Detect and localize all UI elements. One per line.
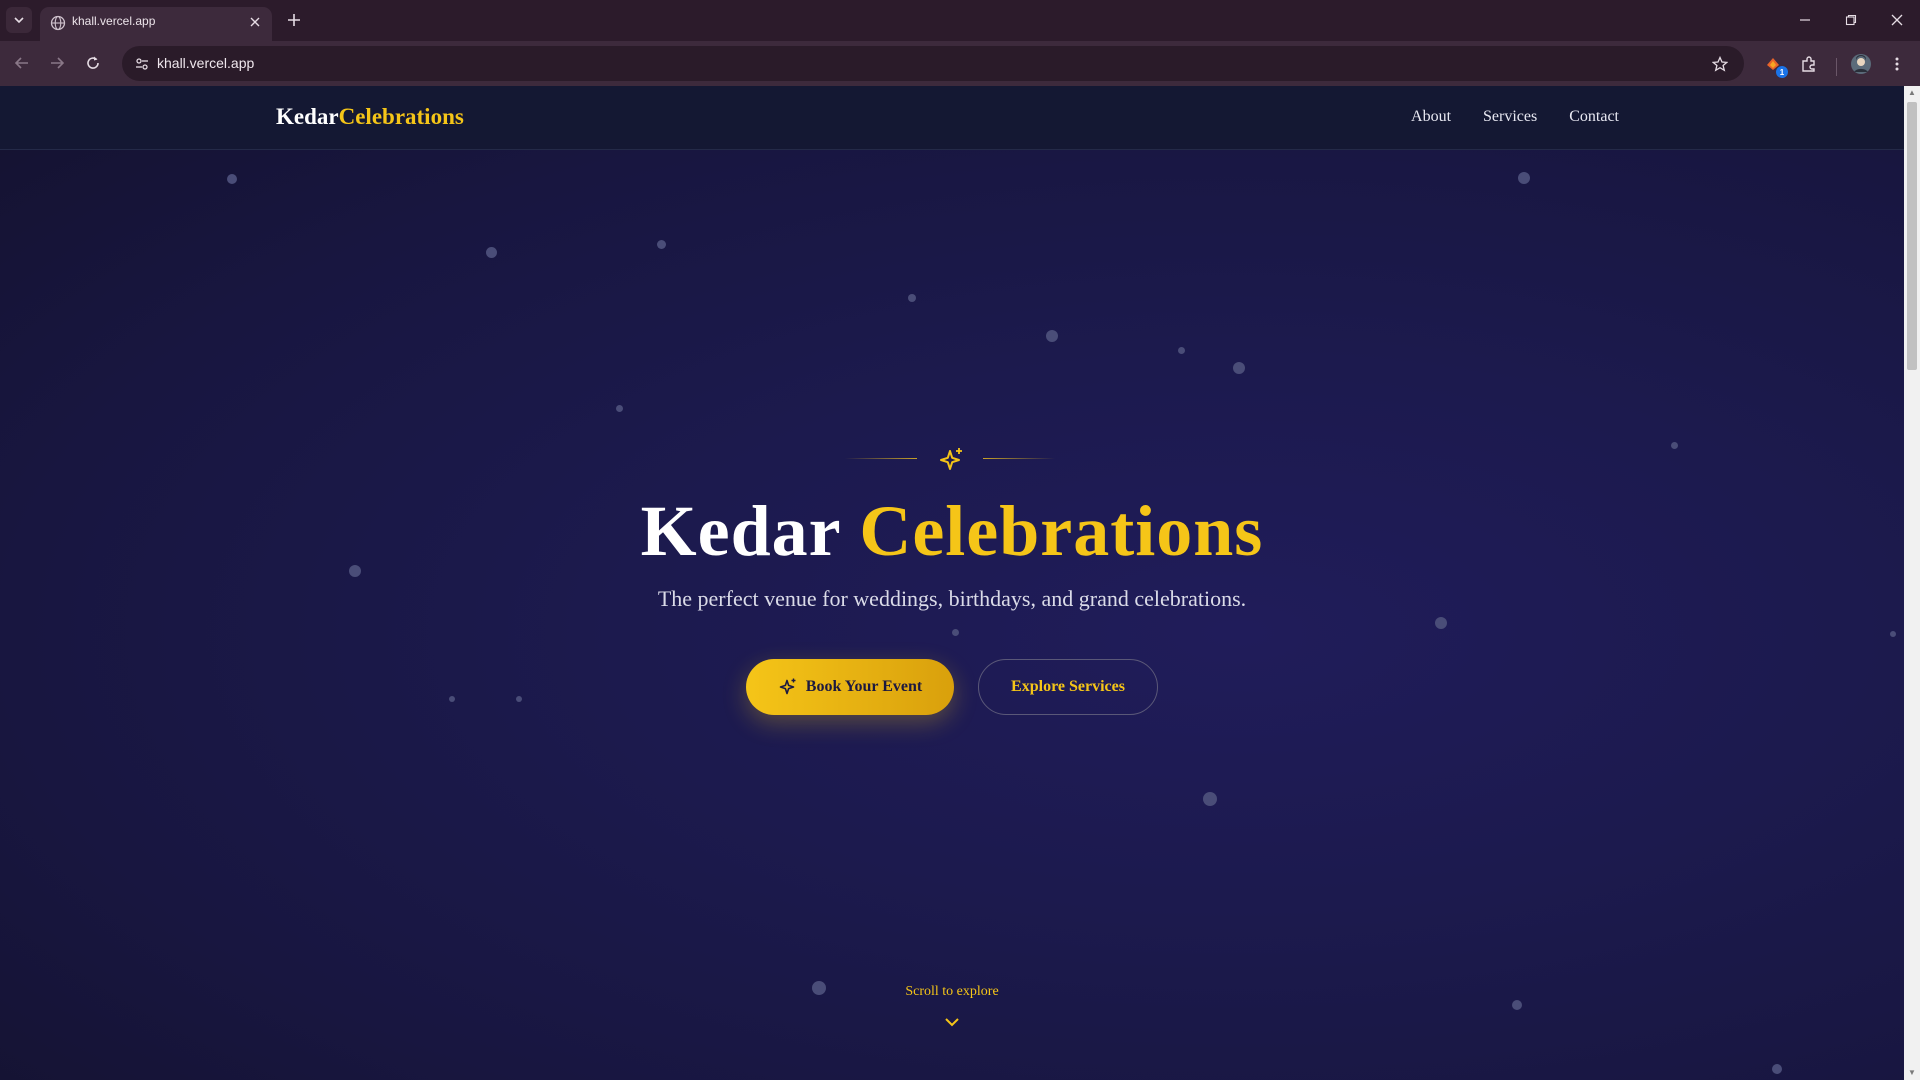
scroll-down-arrow[interactable]: ▼ (1908, 1069, 1916, 1077)
particle (1233, 362, 1245, 374)
address-bar[interactable]: khall.vercel.app (122, 46, 1744, 81)
particle (1178, 347, 1185, 354)
nav-link-contact[interactable]: Contact (1569, 108, 1619, 126)
particle (908, 294, 916, 302)
chevron-down-icon[interactable] (943, 1016, 961, 1028)
sparkles-icon (940, 448, 962, 470)
tab-search-button[interactable] (6, 7, 32, 33)
new-tab-button[interactable] (282, 8, 306, 32)
browser-tab[interactable]: khall.vercel.app (40, 7, 272, 41)
minimize-button[interactable] (1788, 6, 1822, 34)
back-button[interactable] (10, 51, 34, 75)
hero-subtitle: The perfect venue for weddings, birthday… (657, 586, 1247, 611)
browser-tab-bar: khall.vercel.app (0, 0, 1920, 41)
tab-title: khall.vercel.app (72, 14, 156, 28)
particle (952, 629, 959, 636)
scrollbar-thumb[interactable] (1907, 102, 1917, 370)
particle (1518, 172, 1530, 184)
plus-icon (288, 14, 300, 26)
chevron-down-icon (14, 17, 24, 24)
profile-button[interactable] (1848, 51, 1874, 77)
scroll-up-arrow[interactable]: ▲ (1908, 89, 1916, 97)
site-navbar: KedarCelebrations About Services Contact (0, 86, 1904, 150)
reload-icon (87, 56, 99, 69)
particle (1772, 1064, 1782, 1074)
forward-button[interactable] (45, 51, 69, 75)
star-icon (1712, 56, 1728, 72)
reload-button[interactable] (81, 51, 105, 75)
hero-ornament (845, 446, 1055, 476)
avatar (1851, 54, 1871, 74)
close-window-button[interactable] (1880, 6, 1914, 34)
nav-link-about[interactable]: About (1411, 108, 1451, 126)
extension-button[interactable]: 1 (1760, 51, 1788, 78)
particle (1203, 792, 1217, 806)
ornament-line-left (845, 458, 917, 459)
particle (1890, 631, 1896, 637)
explore-services-label: Explore Services (1011, 678, 1125, 695)
particle (616, 405, 623, 412)
nav-link-services[interactable]: Services (1483, 108, 1537, 126)
particle (657, 240, 666, 249)
explore-services-button[interactable]: Explore Services (978, 659, 1158, 715)
sparkles-icon (779, 678, 796, 695)
forward-icon (51, 57, 65, 69)
url-text[interactable]: khall.vercel.app (157, 55, 254, 71)
hero-title-accent: Celebrations (859, 491, 1264, 571)
close-icon (250, 17, 260, 27)
restore-button[interactable] (1834, 6, 1868, 34)
hero-title: Kedar Celebrations (0, 490, 1904, 573)
back-icon (14, 57, 28, 69)
particle (449, 696, 455, 702)
minimize-icon (1800, 19, 1810, 21)
browser-toolbar: khall.vercel.app 1 (0, 41, 1920, 86)
particle (227, 174, 237, 184)
scroll-hint[interactable]: Scroll to explore (0, 984, 1904, 1000)
puzzle-icon (1802, 56, 1815, 72)
particle (1512, 1000, 1522, 1010)
hero-title-primary: Kedar (640, 491, 841, 571)
particle (1046, 330, 1058, 342)
particle (516, 696, 522, 702)
close-tab-button[interactable] (246, 13, 264, 31)
browser-menu-button[interactable] (1884, 51, 1910, 77)
brand-logo[interactable]: KedarCelebrations (276, 104, 464, 130)
globe-icon (50, 15, 66, 31)
kebab-menu-icon (1895, 57, 1899, 71)
extension-badge: 1 (1776, 66, 1788, 78)
site-info-icon (136, 58, 148, 70)
brand-name-accent: Celebrations (338, 104, 464, 129)
page-scrollbar[interactable]: ▲ ▼ (1904, 86, 1920, 1080)
ornament-line-right (983, 458, 1055, 459)
bookmark-button[interactable] (1708, 52, 1732, 76)
close-icon (1891, 14, 1903, 26)
book-event-label: Book Your Event (805, 678, 923, 695)
extensions-menu-button[interactable] (1796, 51, 1822, 77)
book-event-button[interactable]: Book Your Event (746, 659, 954, 715)
brand-name-primary: Kedar (276, 104, 339, 129)
particle (486, 247, 497, 258)
site-nav-links: About Services Contact (1411, 108, 1619, 126)
restore-icon (1845, 14, 1857, 26)
site-info-button[interactable] (130, 52, 154, 76)
particle (1671, 442, 1678, 449)
toolbar-divider (1836, 58, 1837, 76)
particle (1435, 617, 1447, 629)
page-viewport: KedarCelebrations About Services Contact… (0, 86, 1904, 1080)
